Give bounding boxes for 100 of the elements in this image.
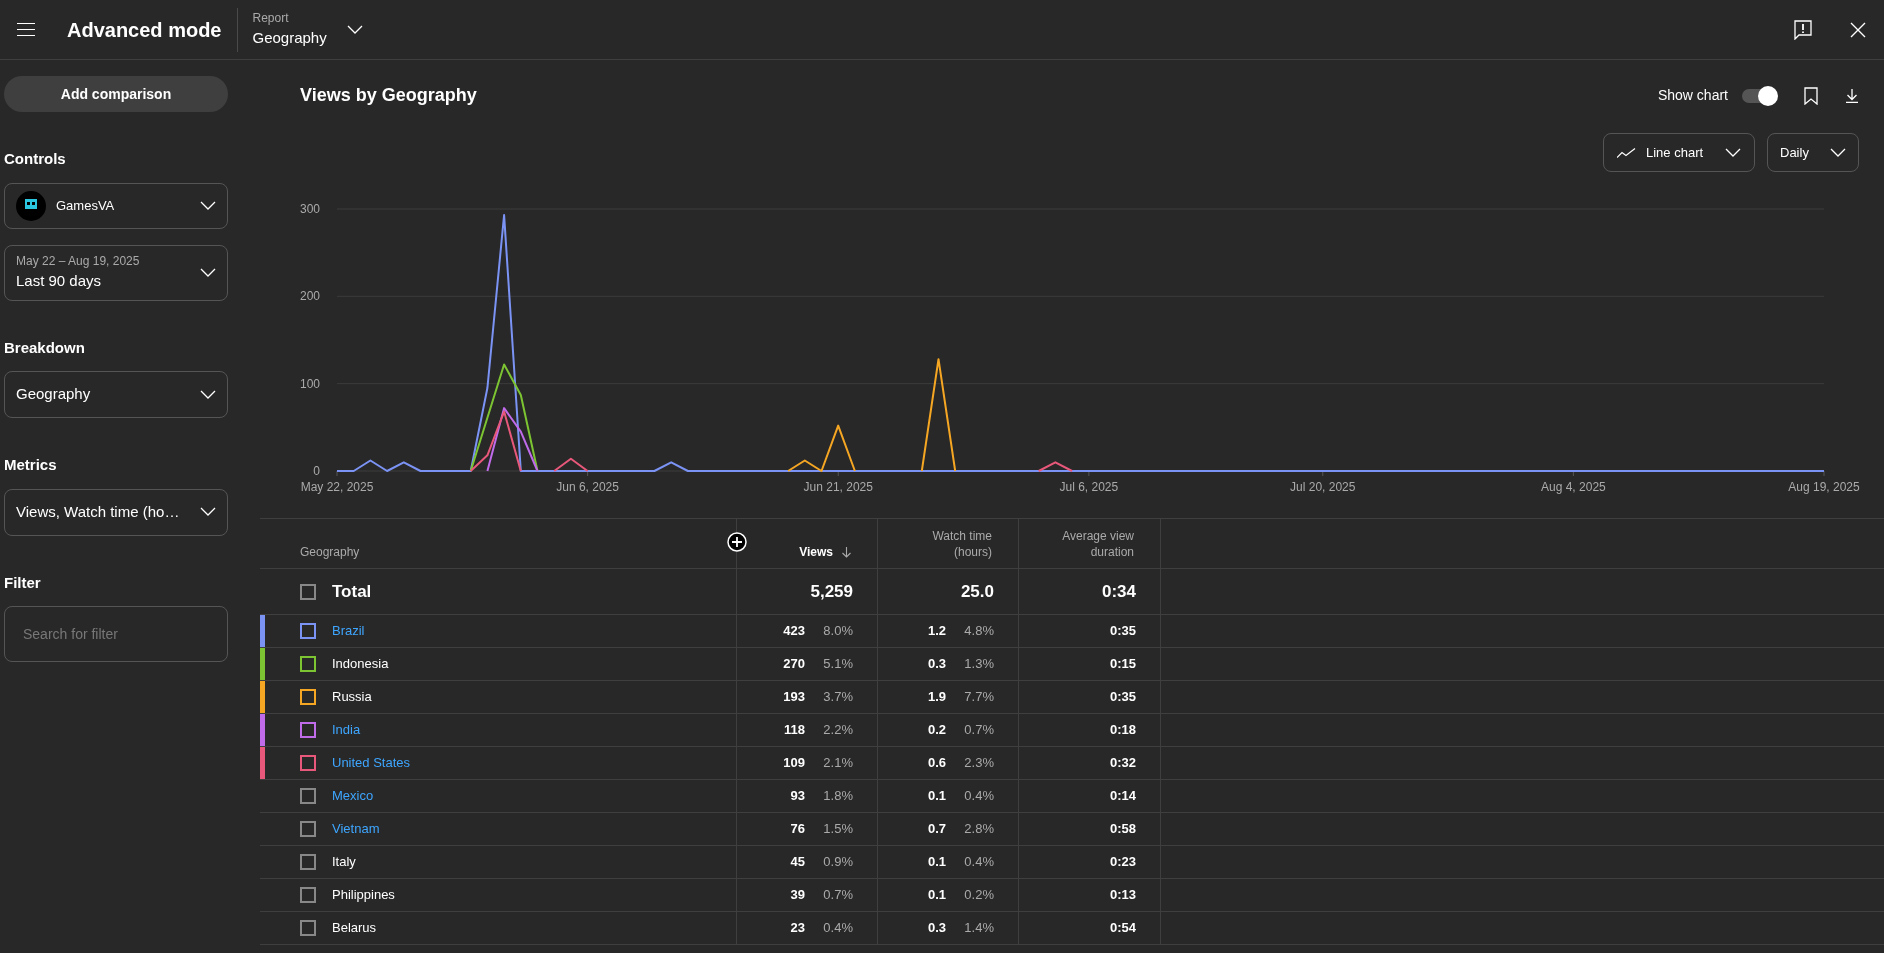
- interval-dropdown[interactable]: Daily: [1767, 133, 1859, 172]
- checkbox[interactable]: [300, 623, 316, 639]
- percent-cell-text: 1.8%: [822, 787, 853, 806]
- table-cell-text: 423: [783, 622, 805, 641]
- metrics-dropdown[interactable]: Views, Watch time (ho…: [4, 488, 228, 536]
- table-cell-text: 0:35: [1109, 688, 1136, 707]
- channel-avatar: [16, 190, 46, 221]
- section-heading: Filter: [4, 572, 42, 593]
- x-axis-label: May 22, 2025: [300, 480, 374, 494]
- column-header[interactable]: Geography: [300, 544, 360, 560]
- percent-cell-text: 1.5%: [822, 820, 853, 839]
- period-value: Last 90 days: [16, 271, 103, 292]
- column-header[interactable]: Watch time (hours): [892, 528, 992, 560]
- menu-icon[interactable]: [17, 23, 35, 36]
- breakdown-dropdown[interactable]: Geography: [4, 371, 228, 418]
- chevron-down-icon: [200, 389, 216, 400]
- report-value: Geography: [252, 28, 327, 49]
- x-axis-label: Jun 6, 2025: [556, 480, 619, 494]
- report-title: Views by Geography: [300, 84, 477, 107]
- bookmark-icon[interactable]: [1804, 86, 1818, 105]
- checkbox[interactable]: [300, 583, 316, 600]
- show-chart-toggle[interactable]: [1740, 85, 1778, 106]
- checkbox[interactable]: [300, 788, 316, 804]
- checkbox[interactable]: [300, 887, 316, 903]
- table-cell-text: 0:32: [1109, 754, 1136, 773]
- section-heading: Metrics: [4, 455, 58, 475]
- percent-cell-text: 0.7%: [822, 886, 853, 905]
- download-icon[interactable]: [1846, 88, 1858, 103]
- y-axis-label: 200: [299, 289, 320, 304]
- channel-dropdown[interactable]: GamesVA: [4, 182, 228, 229]
- percent-cell-text: 0.7%: [963, 721, 994, 740]
- percent-cell-text: 5.1%: [822, 655, 853, 674]
- checkbox[interactable]: [300, 656, 316, 672]
- percent-cell-text: 0.9%: [822, 853, 853, 872]
- percent-cell-text: 7.7%: [963, 688, 994, 707]
- total-label: Total: [332, 580, 372, 603]
- percent-cell-text: 8.0%: [822, 622, 853, 641]
- close-icon[interactable]: [1850, 21, 1866, 38]
- percent-cell-text: 0.4%: [963, 787, 994, 806]
- country-link[interactable]: United States: [332, 753, 411, 773]
- show-chart-label: Show chart: [1657, 86, 1728, 105]
- checkbox[interactable]: [300, 854, 316, 870]
- chart-type-dropdown[interactable]: Line chart: [1603, 133, 1755, 172]
- add-comparison-button[interactable]: Add comparison: [4, 76, 228, 112]
- y-axis-label: 0: [313, 464, 320, 478]
- table-cell-text: 0.6: [927, 754, 946, 773]
- checkbox[interactable]: [300, 689, 316, 705]
- country-name: Philippines: [332, 886, 395, 905]
- chevron-down-icon: [200, 200, 216, 211]
- checkbox[interactable]: [300, 920, 316, 936]
- table-cell-text: 0:15: [1109, 655, 1136, 674]
- x-axis-label: Aug 19, 2025: [1788, 480, 1860, 494]
- total-value: 5,259: [810, 580, 853, 603]
- checkbox[interactable]: [300, 821, 316, 837]
- country-link[interactable]: India: [332, 720, 361, 740]
- date-range-dropdown[interactable]: May 22 – Aug 19, 2025 Last 90 days: [4, 244, 228, 301]
- feedback-icon[interactable]: [1794, 19, 1812, 40]
- table-cell-text: 0.3: [927, 655, 946, 674]
- filter-search-field[interactable]: Search for filter: [4, 606, 228, 662]
- section-heading: Breakdown: [4, 337, 86, 358]
- chevron-down-icon: [346, 24, 363, 35]
- chevron-down-icon: [200, 267, 216, 278]
- percent-cell-text: 2.1%: [822, 754, 853, 773]
- country-name: Indonesia: [332, 655, 389, 674]
- column-header[interactable]: Average view duration: [1034, 528, 1134, 560]
- percent-cell-text: 0.4%: [822, 919, 853, 938]
- column-header[interactable]: Views: [799, 544, 833, 560]
- sort-arrow-icon: [842, 547, 851, 558]
- y-axis-label: 300: [299, 202, 320, 216]
- chevron-down-icon: [1830, 147, 1846, 158]
- country-link[interactable]: Mexico: [332, 786, 374, 806]
- total-value: 0:34: [1101, 580, 1136, 603]
- date-range: May 22 – Aug 19, 2025: [16, 253, 141, 271]
- table-cell-text: 0.1: [927, 886, 946, 905]
- percent-cell-text: 2.3%: [963, 754, 994, 773]
- checkbox[interactable]: [300, 755, 316, 771]
- country-link[interactable]: Vietnam: [332, 819, 380, 839]
- table-cell-text: 93: [790, 787, 805, 806]
- table-cell-text: 0:13: [1109, 886, 1136, 905]
- percent-cell-text: 2.8%: [963, 820, 994, 839]
- line-chart-icon: [1617, 147, 1636, 158]
- table-cell-text: 1.2: [927, 622, 946, 641]
- country-name: Italy: [332, 853, 356, 872]
- checkbox[interactable]: [300, 722, 316, 738]
- table-cell-text: 0:14: [1109, 787, 1136, 806]
- x-axis-label: Jul 6, 2025: [1059, 480, 1119, 494]
- chevron-down-icon: [1725, 147, 1741, 158]
- add-column-icon[interactable]: [727, 532, 747, 552]
- section-heading: Controls: [4, 149, 67, 169]
- report-dropdown[interactable]: Report Geography: [252, 9, 363, 50]
- x-axis-label: Jun 21, 2025: [803, 480, 873, 494]
- table-cell-text: 0:54: [1109, 919, 1136, 938]
- table-cell-text: 0:58: [1109, 820, 1136, 839]
- percent-cell-text: 2.2%: [822, 721, 853, 740]
- percent-cell-text: 4.8%: [963, 622, 994, 641]
- country-link[interactable]: Brazil: [332, 621, 365, 641]
- country-name: Belarus: [332, 919, 377, 938]
- percent-cell-text: 0.4%: [963, 853, 994, 872]
- table-cell-text: 0.3: [927, 919, 946, 938]
- percent-cell-text: 1.4%: [963, 919, 994, 938]
